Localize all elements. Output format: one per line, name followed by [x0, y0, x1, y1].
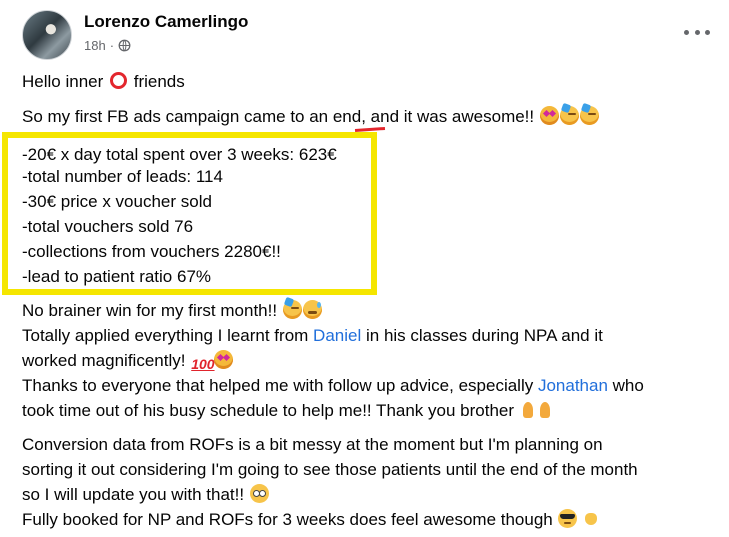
mention-link-daniel[interactable]: Daniel	[313, 326, 361, 345]
red-ring-icon	[110, 72, 127, 89]
party-face-emoji-icon	[282, 300, 302, 319]
post-line-thanks: Thanks to everyone that helped me with f…	[22, 373, 644, 398]
win-text: No brainer win for my first month!!	[22, 301, 278, 320]
party-face-emoji-icon	[579, 106, 599, 125]
post-line-applied: Totally applied everything I learnt from…	[22, 323, 603, 348]
post-line-conv: sorting it out considering I'm going to …	[22, 460, 638, 479]
post-line-intro: So my first FB ads campaign came to an e…	[22, 104, 599, 129]
stat-line: -collections from vouchers 2280€!!	[22, 242, 281, 261]
globe-icon	[118, 39, 131, 52]
more-options-icon[interactable]	[684, 22, 710, 42]
more-dot	[705, 29, 710, 35]
raising-hands-emoji-icon	[583, 509, 599, 528]
took-text: took time out of his busy schedule to he…	[22, 401, 515, 420]
star-struck-emoji-icon	[214, 350, 234, 369]
applied-text: Totally applied everything I learnt from	[22, 326, 309, 345]
mention-link-jonathan[interactable]: Jonathan	[538, 376, 608, 395]
stat-line: -total number of leads: 114	[22, 167, 223, 186]
stat-line: -lead to patient ratio 67%	[22, 267, 212, 286]
post-meta: 18h ·	[84, 38, 131, 53]
post-line-conv: Conversion data from ROFs is a bit messy…	[22, 435, 603, 454]
hundred-points-emoji-icon: 100	[191, 356, 215, 372]
avatar[interactable]	[22, 10, 72, 60]
post-line-win: No brainer win for my first month!!	[22, 298, 322, 323]
nerd-face-emoji-icon	[249, 484, 269, 503]
grinning-sweat-emoji-icon	[302, 300, 322, 319]
folded-hands-emoji-icon	[537, 400, 553, 419]
intro-text: So my first FB ads campaign came to an e…	[22, 107, 535, 126]
thanks-text-end: who	[612, 376, 644, 395]
post-line-took: took time out of his busy schedule to he…	[22, 398, 553, 423]
applied-text-end: in his classes during NPA and it	[365, 326, 603, 345]
party-face-emoji-icon	[559, 106, 579, 125]
more-dot	[694, 29, 700, 35]
thanks-text: Thanks to everyone that helped me with f…	[22, 376, 534, 395]
sunglasses-emoji-icon	[558, 509, 578, 528]
greeting-text-end: friends	[133, 72, 185, 91]
stat-line: -30€ price x voucher sold	[22, 192, 212, 211]
post-time[interactable]: 18h	[84, 38, 106, 53]
post-line-worked: worked magnificently! 100	[22, 348, 234, 374]
more-dot	[684, 29, 689, 35]
conv-text-end: so I will update you with that!!	[22, 485, 245, 504]
author-name[interactable]: Lorenzo Camerlingo	[84, 12, 248, 32]
post-line-greeting: Hello inner friends	[22, 69, 185, 94]
post-line-conv: so I will update you with that!!	[22, 482, 269, 507]
post-line-booked: Fully booked for NP and ROFs for 3 weeks…	[22, 507, 599, 532]
folded-hands-emoji-icon	[520, 400, 536, 419]
star-struck-emoji-icon	[539, 106, 559, 125]
meta-separator: ·	[109, 38, 115, 53]
worked-text: worked magnificently!	[22, 351, 186, 370]
booked-text: Fully booked for NP and ROFs for 3 weeks…	[22, 510, 553, 529]
stat-line: -total vouchers sold 76	[22, 217, 194, 236]
greeting-text: Hello inner	[22, 72, 104, 91]
